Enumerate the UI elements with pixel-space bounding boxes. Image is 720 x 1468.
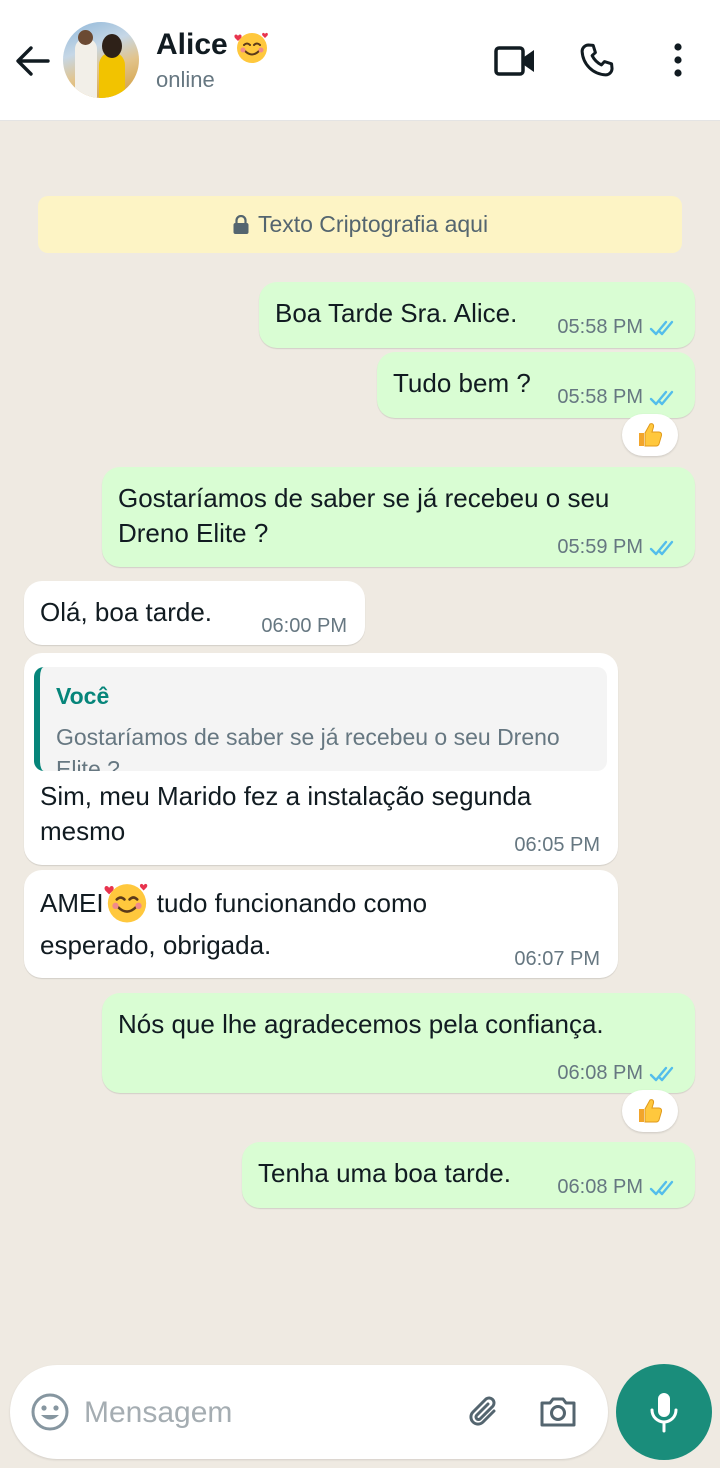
- reaction-badge[interactable]: [622, 414, 678, 456]
- encryption-notice[interactable]: Texto Criptografia aqui: [38, 196, 682, 253]
- contact-name[interactable]: Alice: [156, 28, 228, 62]
- message-time: 05:58 PM: [557, 386, 643, 408]
- message-text: Nós que lhe agradecemos pela confiança.: [118, 1009, 604, 1039]
- message-text-line1: Gostaríamos de saber se já recebeu o seu: [118, 483, 610, 513]
- quoted-author: Você: [56, 683, 110, 709]
- message-time: 06:08 PM: [557, 1176, 643, 1198]
- message-meta: 05:59 PM: [557, 530, 679, 565]
- message-time: 06:08 PM: [557, 1062, 643, 1084]
- message-meta: 06:05 PM: [514, 828, 600, 863]
- phone-icon[interactable]: [578, 41, 616, 79]
- back-arrow-icon[interactable]: [14, 44, 50, 78]
- message-text: Tenha uma boa tarde.: [258, 1158, 511, 1188]
- message-bubble-outgoing[interactable]: Tenha uma boa tarde. 06:08 PM: [242, 1142, 695, 1208]
- message-time: 06:05 PM: [514, 834, 600, 856]
- message-bubble-incoming[interactable]: Olá, boa tarde. 06:00 PM: [24, 581, 365, 645]
- message-time: 05:59 PM: [557, 536, 643, 558]
- attach-icon[interactable]: [464, 1391, 504, 1431]
- contact-status: online: [156, 67, 215, 92]
- read-ticks-icon: [649, 390, 674, 405]
- read-ticks-icon: [649, 320, 674, 335]
- message-text-after-emoji: tudo funcionando como: [149, 888, 428, 918]
- read-ticks-icon: [649, 1180, 674, 1195]
- message-text-line2: Dreno Elite ?: [118, 518, 269, 548]
- message-text: Boa Tarde Sra. Alice.: [275, 298, 518, 328]
- encryption-notice-text: Texto Criptografia aqui: [257, 211, 489, 237]
- avatar[interactable]: [63, 22, 139, 98]
- quoted-message[interactable]: Você Gostaríamos de saber se já recebeu …: [34, 667, 607, 771]
- message-text-line1: Sim, meu Marido fez a instalação segunda: [40, 781, 532, 811]
- chat-header: Alice online: [0, 0, 720, 121]
- message-time: 06:00 PM: [261, 615, 347, 637]
- message-bubble-outgoing[interactable]: Nós que lhe agradecemos pela confiança. …: [102, 993, 695, 1093]
- message-text-line2: mesmo: [40, 816, 126, 846]
- message-text: Tudo bem ?: [393, 368, 531, 398]
- message-text: Olá, boa tarde.: [40, 597, 212, 627]
- smiling-face-with-hearts-icon: [234, 32, 268, 63]
- message-meta: 06:08 PM: [557, 1056, 679, 1091]
- message-composer: [10, 1365, 608, 1459]
- camera-icon[interactable]: [538, 1391, 578, 1431]
- message-meta: 06:00 PM: [261, 609, 347, 644]
- more-options-icon[interactable]: [668, 42, 688, 80]
- message-text-line1: AMEI tudo funcionando como: [40, 883, 428, 924]
- message-time: 05:58 PM: [557, 316, 643, 338]
- quoted-text: Gostaríamos de saber se já recebeu o seu…: [56, 724, 560, 771]
- thumbs-up-icon: [639, 423, 663, 447]
- message-meta: 05:58 PM: [557, 310, 679, 345]
- reaction-badge[interactable]: [622, 1090, 678, 1132]
- message-bubble-incoming[interactable]: Você Gostaríamos de saber se já recebeu …: [24, 653, 618, 865]
- message-time: 06:07 PM: [514, 948, 600, 970]
- video-call-icon[interactable]: [494, 42, 536, 80]
- message-bubble-outgoing[interactable]: Tudo bem ? 05:58 PM: [377, 352, 695, 418]
- read-ticks-icon: [649, 540, 674, 555]
- message-bubble-incoming[interactable]: AMEI tudo funcionando como esperado, obr…: [24, 870, 618, 978]
- message-text-before-emoji: AMEI: [40, 888, 104, 918]
- read-ticks-icon: [649, 1066, 674, 1081]
- microphone-button[interactable]: [616, 1364, 712, 1460]
- message-meta: 06:08 PM: [557, 1170, 679, 1205]
- thumbs-up-icon: [639, 1099, 663, 1123]
- emoji-icon[interactable]: [30, 1392, 70, 1432]
- microphone-icon: [650, 1393, 678, 1433]
- message-meta: 05:58 PM: [557, 380, 679, 415]
- message-bubble-outgoing[interactable]: Gostaríamos de saber se já recebeu o seu…: [102, 467, 695, 567]
- message-meta: 06:07 PM: [514, 942, 600, 977]
- message-input[interactable]: [82, 1389, 456, 1437]
- message-bubble-outgoing[interactable]: Boa Tarde Sra. Alice. 05:58 PM: [259, 282, 695, 348]
- lock-icon: [233, 214, 249, 234]
- smiling-face-with-hearts-icon: [104, 883, 147, 923]
- message-text-line2: esperado, obrigada.: [40, 930, 272, 960]
